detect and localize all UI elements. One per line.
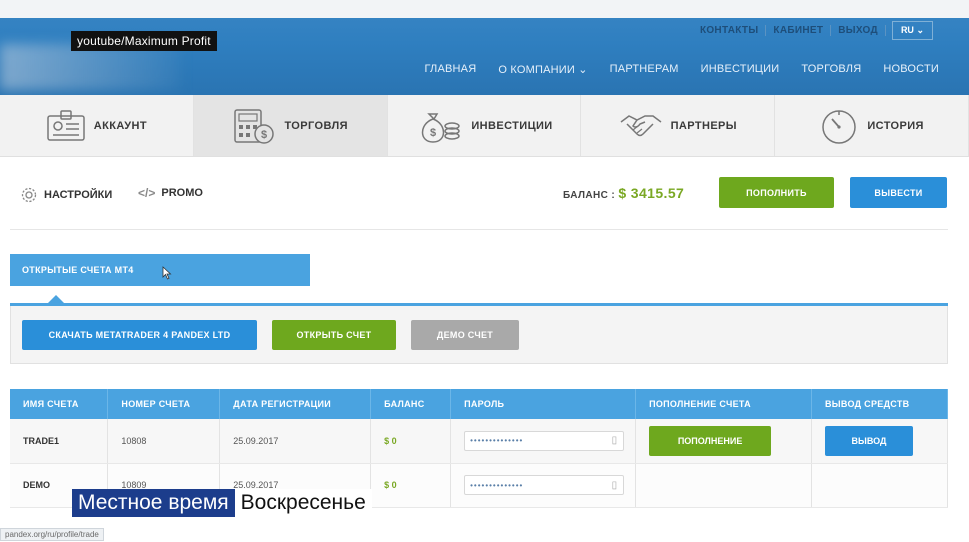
password-field[interactable]: •••••••••••••• ▯: [464, 430, 625, 451]
deposit-cell: ПОПОЛНЕНИЕ: [635, 419, 812, 464]
tab-history-label: ИСТОРИЯ: [867, 119, 924, 132]
mouse-cursor-icon: [162, 266, 172, 280]
account-number: 10808: [107, 419, 221, 464]
column-header: ИМЯ СЧЕТА: [10, 389, 109, 419]
main-nav: ГЛАВНАЯ О КОМПАНИИ ⌄ ПАРТНЕРАМ ИНВЕСТИЦИ…: [403, 63, 940, 76]
chevron-down-icon: ⌄: [916, 25, 924, 35]
tab-account[interactable]: АККАУНТ: [0, 95, 194, 156]
language-value: RU: [900, 25, 914, 35]
deposit-cell: [635, 463, 812, 508]
tab-open-accounts[interactable]: ОТКРЫТЫЕ СЧЕТА MT4: [10, 254, 310, 286]
nav-news[interactable]: НОВОСТИ: [883, 63, 939, 76]
withdraw-button[interactable]: ВЫВЕСТИ: [850, 177, 947, 208]
gear-icon: [21, 187, 37, 203]
code-icon: </>: [138, 186, 156, 200]
caption-weekday: Воскресенье: [234, 489, 372, 517]
contacts-link[interactable]: КОНТАКТЫ: [693, 25, 767, 36]
tab-trading-label: ТОРГОВЛЯ: [284, 119, 348, 132]
svg-text:$: $: [430, 127, 436, 139]
column-header: ДАТА РЕГИСТРАЦИИ: [219, 389, 372, 419]
settings-label: НАСТРОЙКИ: [44, 189, 113, 201]
row-deposit-button[interactable]: ПОПОЛНЕНИЕ: [649, 425, 772, 456]
browser-status-url: pandex.org/ru/profile/trade: [0, 528, 104, 541]
password-value: ••••••••••••••: [470, 480, 524, 490]
tab-history[interactable]: ИСТОРИЯ: [775, 95, 969, 156]
divider: [10, 229, 948, 230]
clock-icon: [822, 109, 857, 144]
column-header: НОМЕР СЧЕТА: [107, 389, 221, 419]
deposit-button[interactable]: ПОПОЛНИТЬ: [719, 177, 834, 208]
chevron-down-icon: ⌄: [578, 64, 588, 76]
nav-partners[interactable]: ПАРТНЕРАМ: [610, 63, 679, 76]
tab-partners[interactable]: ПАРТНЕРЫ: [581, 95, 776, 156]
password-field[interactable]: •••••••••••••• ▯: [464, 475, 625, 495]
section-tabs: АККАУНТ $ ТОРГОВЛЯ $ ИНВЕСТИЦИИ ПАРТНЕРЫ…: [0, 95, 969, 157]
registration-date: 25.09.2017: [219, 419, 372, 464]
password-value: ••••••••••••••: [470, 436, 524, 446]
caption-local-time: Местное время: [72, 489, 235, 517]
nav-home[interactable]: ГЛАВНАЯ: [425, 63, 477, 76]
password-cell: •••••••••••••• ▯: [450, 419, 637, 464]
tv-caption: Местное время Воскресенье: [72, 489, 372, 517]
column-header: БАЛАНС: [370, 389, 452, 419]
tab-pointer: [48, 295, 64, 303]
withdraw-cell: [811, 463, 948, 508]
withdraw-cell: ВЫВОД: [811, 419, 948, 464]
settings-link[interactable]: НАСТРОЙКИ: [20, 186, 112, 204]
money-bag-icon: $: [422, 112, 461, 143]
nav-trading[interactable]: ТОРГОВЛЯ: [801, 63, 861, 76]
svg-text:$: $: [261, 129, 267, 141]
download-metatrader-button[interactable]: СКАЧАТЬ METATRADER 4 PANDEX LTD: [22, 320, 257, 350]
balance-display: БАЛАНС : $ 3415.57: [563, 185, 684, 201]
table-row: TRADE1 10808 25.09.2017 $ 0 ••••••••••••…: [10, 419, 948, 464]
tab-account-label: АККАУНТ: [93, 119, 147, 132]
balance-amount: $ 3415.57: [618, 185, 685, 201]
nav-investments[interactable]: ИНВЕСТИЦИИ: [701, 63, 780, 76]
promo-label: PROMO: [161, 187, 203, 199]
table-header-row: ИМЯ СЧЕТА НОМЕР СЧЕТА ДАТА РЕГИСТРАЦИИ Б…: [10, 389, 948, 419]
row-withdraw-button[interactable]: ВЫВОД: [825, 425, 913, 456]
logout-link[interactable]: ВЫХОД: [831, 25, 886, 36]
id-card-icon: [47, 109, 85, 141]
cabinet-link[interactable]: КАБИНЕТ: [766, 25, 832, 36]
open-account-button[interactable]: ОТКРЫТЬ СЧЕТ: [272, 320, 396, 350]
nav-about-label: О КОМПАНИИ: [498, 64, 575, 76]
column-header: ПОПОЛНЕНИЕ СЧЕТА: [635, 389, 812, 419]
demo-account-button[interactable]: ДЕМО СЧЕТ: [411, 320, 519, 350]
tab-trading[interactable]: $ ТОРГОВЛЯ: [193, 95, 388, 156]
account-name: TRADE1: [10, 419, 109, 464]
promo-link[interactable]: </> PROMO: [138, 186, 203, 200]
copy-icon[interactable]: ▯: [612, 480, 619, 491]
tab-investments[interactable]: $ ИНВЕСТИЦИИ: [388, 95, 582, 156]
copy-icon[interactable]: ▯: [612, 435, 619, 446]
account-balance: $ 0: [370, 419, 452, 464]
handshake-icon: [620, 114, 662, 136]
calculator-icon: $: [234, 108, 275, 144]
column-header: ВЫВОД СРЕДСТВ: [811, 389, 948, 419]
video-watermark: youtube/Maximum Profit: [71, 31, 217, 51]
utility-links: КОНТАКТЫ КАБИНЕТ ВЫХОД RU ⌄: [693, 21, 933, 40]
language-select[interactable]: RU ⌄: [891, 21, 933, 40]
account-balance: $ 0: [370, 463, 452, 508]
browser-strip: [0, 0, 969, 18]
password-cell: •••••••••••••• ▯: [450, 463, 637, 508]
tab-partners-label: ПАРТНЕРЫ: [670, 119, 737, 132]
balance-label: БАЛАНС :: [563, 190, 616, 201]
column-header: ПАРОЛЬ: [450, 389, 637, 419]
nav-about[interactable]: О КОМПАНИИ ⌄: [498, 63, 587, 76]
tab-investments-label: ИНВЕСТИЦИИ: [471, 119, 553, 132]
